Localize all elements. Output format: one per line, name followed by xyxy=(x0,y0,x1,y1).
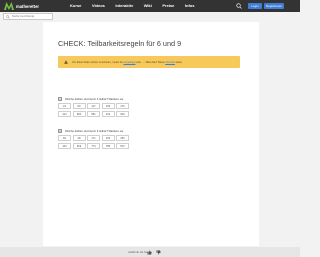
login-notice: Um diese Seite nutzen zu können, musst d… xyxy=(58,56,240,68)
logo[interactable]: matheretter xyxy=(4,2,39,10)
answer-grid: 84 28 171 226 252 104 819 774 785 872 xyxy=(58,135,129,149)
answer-cell[interactable]: 50 xyxy=(72,103,86,109)
answer-cell[interactable]: 270 xyxy=(116,103,129,109)
logo-mark-icon xyxy=(4,2,14,10)
thumbs-down-icon[interactable] xyxy=(156,249,161,255)
answer-cell[interactable]: 28 xyxy=(72,135,86,141)
question-text: Welche Zahlen sind durch 9 teilbar? Mark… xyxy=(65,129,124,133)
answer-cell[interactable]: 226 xyxy=(101,135,115,141)
notice-text-part: lesen. xyxy=(175,60,183,64)
warning-icon xyxy=(64,60,68,64)
nav-item-kurse[interactable]: Kurse xyxy=(70,3,81,8)
answer-cell[interactable]: 252 xyxy=(116,135,129,141)
nav-item-infos[interactable]: Infos xyxy=(185,3,195,8)
answer-cell[interactable]: 246 xyxy=(101,103,115,109)
nav-item-preise[interactable]: Preise xyxy=(162,3,174,8)
login-link[interactable]: eingeloggt xyxy=(123,61,135,64)
question-1: 1 Welche Zahlen sind durch 6 teilbar? Ma… xyxy=(58,97,129,117)
notice-text-part: sein. → Was das? Diese xyxy=(135,60,166,64)
question-text: Welche Zahlen sind durch 6 teilbar? Mark… xyxy=(65,97,124,101)
notice-text-part: Um diese Seite nutzen zu können, musst d… xyxy=(72,60,124,64)
answer-cell[interactable]: 785 xyxy=(101,142,115,149)
answer-cell[interactable]: 24 xyxy=(58,103,71,109)
question-number: 1 xyxy=(58,97,62,101)
nav-item-videos[interactable]: Videos xyxy=(92,3,105,8)
answer-cell[interactable]: 820 xyxy=(72,110,86,117)
nav-item-wiki[interactable]: Wiki xyxy=(144,3,152,8)
answer-cell[interactable]: 774 xyxy=(87,142,100,149)
answer-cell[interactable]: 84 xyxy=(58,135,71,141)
question-header: 1 Welche Zahlen sind durch 6 teilbar? Ma… xyxy=(58,97,129,101)
page-title: CHECK: Teilbarkeitsregeln für 6 und 9 xyxy=(58,39,182,48)
search-icon xyxy=(6,14,10,19)
answer-grid: 24 50 117 246 270 314 820 581 444 900 xyxy=(58,103,129,117)
answer-cell[interactable]: 117 xyxy=(87,103,100,109)
question-header: 2 Welche Zahlen sind durch 9 teilbar? Ma… xyxy=(58,129,129,133)
search-input[interactable] xyxy=(12,15,52,18)
logo-text: matheretter xyxy=(16,3,40,9)
top-navbar: matheretter Kurse Videos Interaktiv Wiki… xyxy=(0,0,300,12)
answer-cell[interactable]: 104 xyxy=(58,142,71,149)
answer-cell[interactable]: 314 xyxy=(58,110,71,117)
info-page-link[interactable]: Infoseite xyxy=(165,61,175,64)
login-button[interactable]: Login xyxy=(248,3,262,9)
main-nav: Kurse Videos Interaktiv Wiki Preise Info… xyxy=(70,3,205,8)
answer-cell[interactable]: 900 xyxy=(116,110,129,117)
notice-text: Um diese Seite nutzen zu können, musst d… xyxy=(72,61,183,64)
question-2: 2 Welche Zahlen sind durch 9 teilbar? Ma… xyxy=(58,129,129,149)
search-icon[interactable] xyxy=(236,3,242,9)
answer-cell[interactable]: 819 xyxy=(72,142,86,149)
nav-item-interaktiv[interactable]: Interaktiv xyxy=(115,3,133,8)
content-card: CHECK: Teilbarkeitsregeln für 6 und 9 Um… xyxy=(43,22,259,246)
answer-cell[interactable]: 444 xyxy=(101,110,115,117)
thumbs-up-icon[interactable] xyxy=(147,250,152,255)
search-box[interactable] xyxy=(3,13,53,20)
answer-cell[interactable]: 872 xyxy=(116,142,129,149)
question-number: 2 xyxy=(58,129,62,133)
feedback-bar: Gefällt dir die Seite? xyxy=(0,247,300,257)
answer-cell[interactable]: 581 xyxy=(87,110,100,117)
answer-cell[interactable]: 171 xyxy=(87,135,100,141)
register-button[interactable]: Registrieren xyxy=(264,3,284,9)
